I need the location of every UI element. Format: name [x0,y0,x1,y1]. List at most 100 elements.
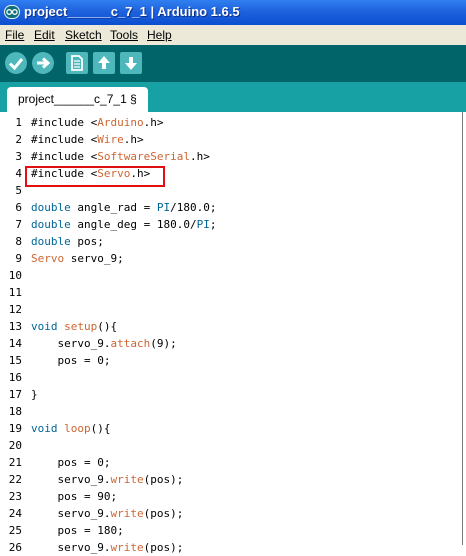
menu-help[interactable]: Help [147,28,172,42]
code-text: servo_9.write(pos); [31,539,183,556]
line-number: 15 [8,354,22,367]
menu-edit[interactable]: Edit [34,28,55,42]
code-line[interactable]: 23 pos = 90; [0,488,462,505]
code-token: pos = 180; [31,524,124,537]
code-line[interactable]: 17} [0,386,462,403]
code-token: .h> [143,116,164,129]
code-line[interactable]: 20 [0,437,462,454]
line-number: 10 [8,269,22,282]
code-line[interactable]: 6 double angle_rad = PI/180.0; [0,199,462,216]
save-icon [125,57,137,70]
code-text: double angle_deg = 180.0/PI; [31,216,216,233]
code-text: void loop(){ [31,420,111,437]
code-text: void setup(){ [31,318,117,335]
tab-strip: project______c_7_1 § [0,82,466,112]
code-line[interactable]: 13 void setup(){ [0,318,462,335]
code-token: .h> [189,150,210,163]
code-token: ; [209,218,217,231]
code-line[interactable]: 12 [0,301,462,318]
code-line[interactable]: 8 double pos; [0,233,462,250]
code-token: #include < [31,150,98,163]
verify-button[interactable] [5,52,27,74]
keyword-token: setup [64,320,98,333]
code-line[interactable]: 14 servo_9.attach(9); [0,335,462,352]
menu-file[interactable]: File [5,28,24,42]
code-token: angle_deg = 180.0/ [70,218,197,231]
open-button[interactable] [93,52,115,74]
code-token: pos = 90; [31,490,118,503]
new-button[interactable] [66,52,88,74]
line-number: 16 [8,371,22,384]
code-line[interactable]: 16 [0,369,462,386]
new-icon [71,55,83,71]
upload-button[interactable] [32,52,54,74]
type-token: double [31,235,71,248]
line-number: 17 [8,388,22,401]
keyword-token: SoftwareSerial [97,150,190,163]
code-line[interactable]: 25 pos = 180; [0,522,462,539]
code-line[interactable]: 11 [0,284,462,301]
keyword-token: Arduino [97,116,144,129]
code-text: #include <Arduino.h> [31,114,163,131]
line-number: 2 [15,133,22,146]
line-number: 8 [15,235,22,248]
tab-sketch[interactable]: project______c_7_1 § [7,87,148,112]
code-text: double pos; [31,233,104,250]
line-number: 19 [8,422,22,435]
line-number: 18 [8,405,22,418]
code-token: (pos); [143,507,184,520]
code-line[interactable]: 7 double angle_deg = 180.0/PI; [0,216,462,233]
code-token: pos = 0; [31,354,111,367]
code-token: servo_9; [64,252,124,265]
editor-right-edge [462,112,463,545]
code-line[interactable]: 1 #include <Arduino.h> [0,114,462,131]
code-text: #include <SoftwareSerial.h> [31,148,210,165]
line-number: 12 [8,303,22,316]
line-number: 1 [15,116,22,129]
tab-sketch-label: project______c_7_1 § [18,92,137,106]
code-text: pos = 0; [31,454,110,471]
code-text: double angle_rad = PI/180.0; [31,199,216,216]
code-line[interactable]: 10 [0,267,462,284]
menu-tools[interactable]: Tools [110,28,138,42]
code-line[interactable]: 19 void loop(){ [0,420,462,437]
keyword-token: Wire [97,133,124,146]
code-line[interactable]: 9 Servo servo_9; [0,250,462,267]
code-token: #include < [31,116,98,129]
code-token: pos; [70,235,104,248]
code-token: servo_9. [31,473,111,486]
code-token: /180.0; [170,201,217,214]
code-token: servo_9. [31,507,111,520]
line-number: 22 [8,473,22,486]
code-line[interactable]: 24 servo_9.write(pos); [0,505,462,522]
upload-icon [37,57,51,69]
menu-file-label: File [5,28,25,42]
code-line[interactable]: 15 pos = 0; [0,352,462,369]
keyword-token: loop [64,422,91,435]
menu-tools-label: Tools [110,28,139,42]
line-number: 26 [8,541,22,554]
code-line[interactable]: 21 pos = 0; [0,454,462,471]
code-line[interactable]: 18 [0,403,462,420]
line-number: 4 [15,167,22,180]
code-line[interactable]: 22 servo_9.write(pos); [0,471,462,488]
menu-sketch[interactable]: Sketch [65,28,102,42]
verify-icon [8,58,24,71]
save-button[interactable] [120,52,142,74]
line-number: 23 [8,490,22,503]
line-number: 6 [15,201,22,214]
keyword-token: Servo [31,252,65,265]
code-line[interactable]: 2 #include <Wire.h> [0,131,462,148]
window-title: project______c_7_1 | Arduino 1.6.5 [24,4,240,19]
code-line[interactable]: 26 servo_9.write(pos); [0,539,462,556]
code-line[interactable]: 3 #include <SoftwareSerial.h> [0,148,462,165]
menu-help-label: Help [147,28,172,42]
type-token: void [31,320,58,333]
open-icon [98,56,110,69]
code-token: #include < [31,133,98,146]
code-text: servo_9.write(pos); [31,505,183,522]
code-text: pos = 0; [31,352,110,369]
code-text: servo_9.attach(9); [31,335,176,352]
line-number: 5 [15,184,22,197]
type-token: double [31,201,71,214]
